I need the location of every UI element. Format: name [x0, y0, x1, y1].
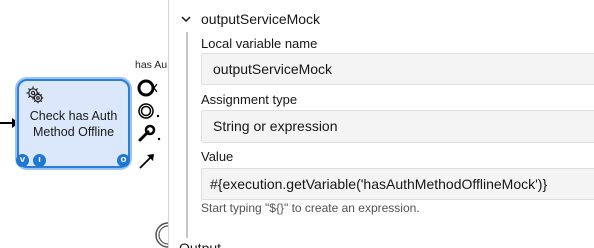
local-variable-name-label: Local variable name — [201, 36, 318, 51]
properties-panel: outputServiceMock Local variable name As… — [168, 0, 594, 248]
context-pad[interactable] — [137, 78, 163, 178]
wrench-icon[interactable] — [138, 124, 161, 142]
assignment-type-label: Assignment type — [201, 92, 298, 107]
input-marker[interactable]: I — [33, 154, 46, 167]
service-task[interactable]: Check has Auth Method Offline — [17, 79, 130, 168]
task-label-line-1: Check has Auth — [29, 109, 118, 123]
value-label: Value — [201, 149, 234, 164]
variables-marker[interactable]: V — [16, 154, 29, 167]
group-header-output-service-mock[interactable]: outputServiceMock — [179, 9, 320, 29]
group-indent-guide — [186, 32, 188, 238]
task-label: Check has Auth Method Offline — [19, 108, 128, 140]
assignment-type-select[interactable]: String or expression — [201, 110, 594, 143]
bpmn-canvas[interactable]: Check has Auth Method Offline V I O has … — [0, 0, 170, 248]
assignment-type-selected-value: String or expression — [213, 118, 338, 134]
output-marker[interactable]: O — [117, 154, 130, 167]
value-expression-input[interactable]: #{execution.getVariable('hasAuthMethodOf… — [201, 168, 594, 200]
value-expression-text: #{execution.getVariable('hasAuthMethodOf… — [210, 176, 548, 192]
connected-element-label: has Au — [135, 59, 168, 71]
group-header-output[interactable]: Output — [179, 240, 221, 248]
group-title: outputServiceMock — [201, 11, 321, 27]
end-event-icon[interactable] — [137, 79, 158, 97]
connect-arrow-icon[interactable] — [139, 154, 154, 169]
value-hint-text: Start typing "${}" to create an expressi… — [201, 201, 420, 215]
task-label-line-2: Method Offline — [32, 125, 115, 139]
intermediate-event-icon[interactable] — [138, 103, 160, 119]
local-variable-name-input[interactable] — [201, 53, 594, 85]
gear-icon — [26, 86, 44, 104]
chevron-down-icon[interactable] — [179, 12, 193, 26]
